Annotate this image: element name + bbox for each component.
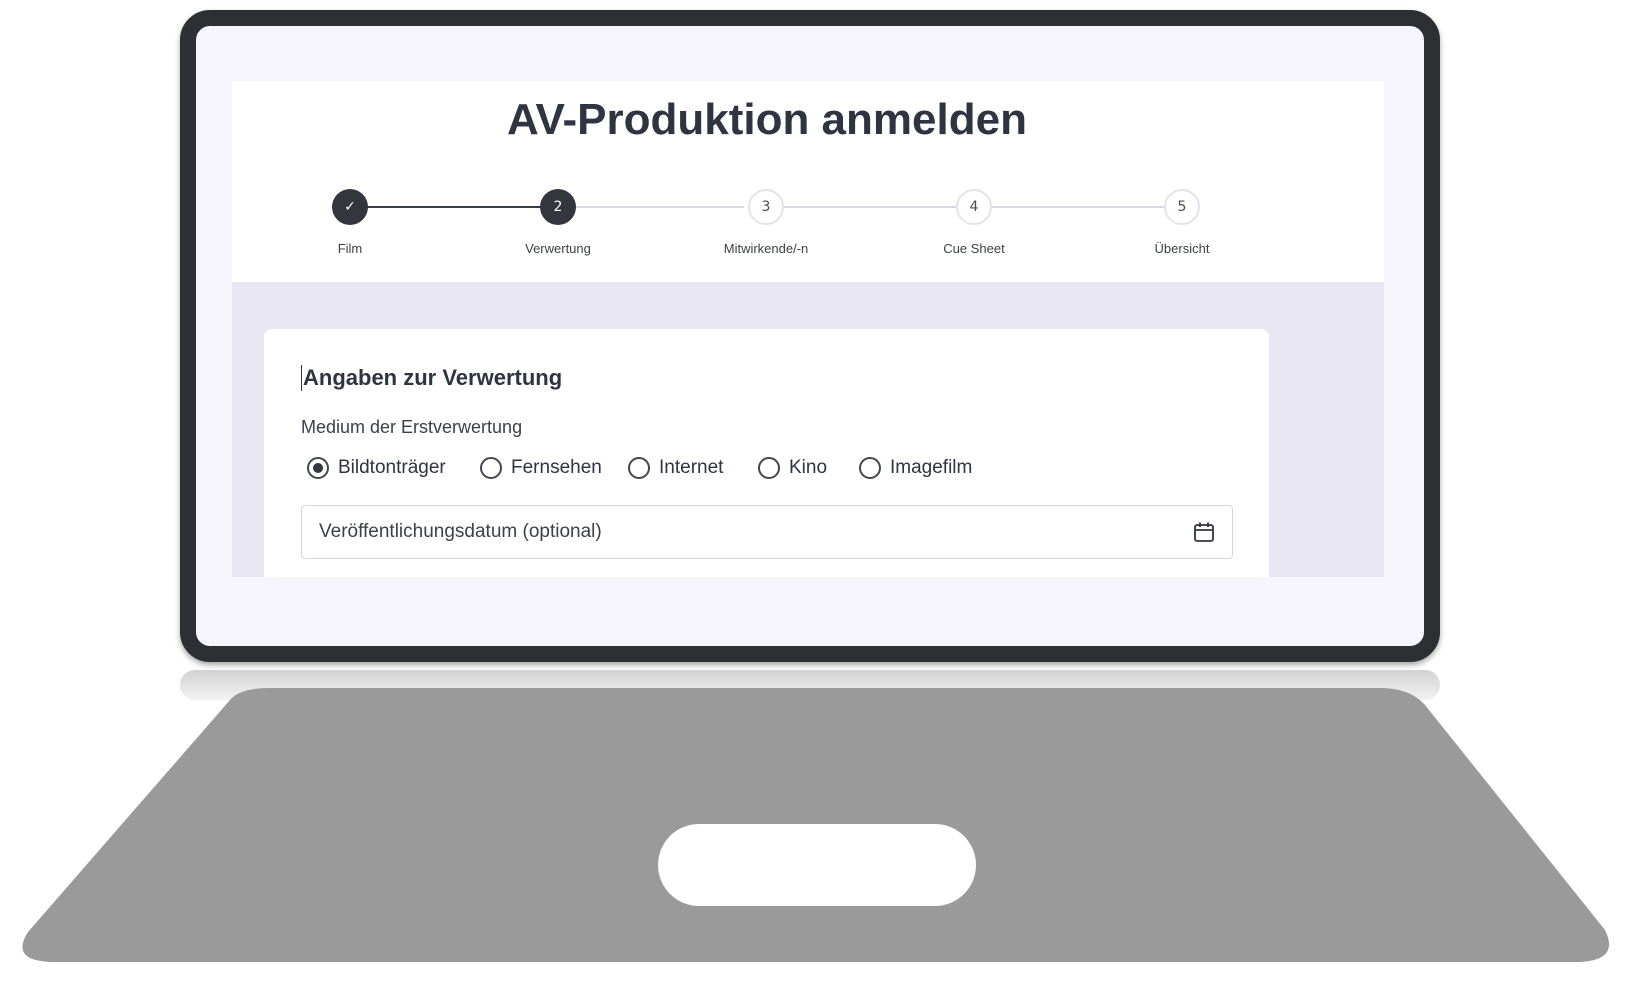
step-5-label: Übersicht: [1154, 241, 1210, 256]
step-1-label: Film: [337, 241, 363, 256]
checkmark-icon: ✓: [344, 199, 356, 215]
step-connector: [770, 206, 956, 208]
radio-bildtontraeger[interactable]: Bildtonträger: [307, 457, 446, 479]
screen: AV-Produktion anmelden ✓ 2 3 4 5 Film Ve…: [232, 81, 1384, 577]
step-1-circle[interactable]: ✓: [332, 189, 368, 225]
calendar-icon[interactable]: [1192, 520, 1216, 544]
step-connector: [558, 206, 744, 208]
trackpad: [658, 824, 976, 906]
step-4-label: Cue Sheet: [943, 241, 1005, 256]
step-3-circle: 3: [748, 189, 784, 225]
radio-internet[interactable]: Internet: [628, 457, 723, 479]
content-area: Angaben zur Verwertung Medium der Erstve…: [232, 282, 1384, 577]
page-header: AV-Produktion anmelden ✓ 2 3 4 5 Film Ve…: [232, 81, 1384, 282]
step-4-circle: 4: [956, 189, 992, 225]
step-2-circle[interactable]: 2: [540, 189, 576, 225]
release-date-field[interactable]: [301, 505, 1233, 559]
radio-imagefilm[interactable]: Imagefilm: [859, 457, 972, 479]
radio-button[interactable]: [859, 457, 881, 479]
form-card: Angaben zur Verwertung Medium der Erstve…: [264, 329, 1269, 577]
step-connector: [976, 206, 1166, 208]
radio-button[interactable]: [628, 457, 650, 479]
radio-button[interactable]: [480, 457, 502, 479]
medium-label: Medium der Erstverwertung: [301, 417, 523, 437]
release-date-input[interactable]: [302, 506, 1162, 557]
step-2-label: Verwertung: [525, 241, 591, 256]
radio-kino[interactable]: Kino: [758, 457, 827, 479]
radio-fernsehen[interactable]: Fernsehen: [480, 457, 602, 479]
radio-button[interactable]: [758, 457, 780, 479]
step-3-label: Mitwirkende/-n: [723, 241, 809, 256]
progress-stepper: ✓ 2 3 4 5 Film Verwertung Mitwirkende/-n…: [232, 189, 1384, 269]
radio-button-checked[interactable]: [307, 457, 329, 479]
step-5-circle: 5: [1164, 189, 1200, 225]
step-connector: [354, 206, 544, 208]
section-title: Angaben zur Verwertung: [301, 365, 563, 391]
page-title: AV-Produktion anmelden: [507, 95, 1027, 144]
